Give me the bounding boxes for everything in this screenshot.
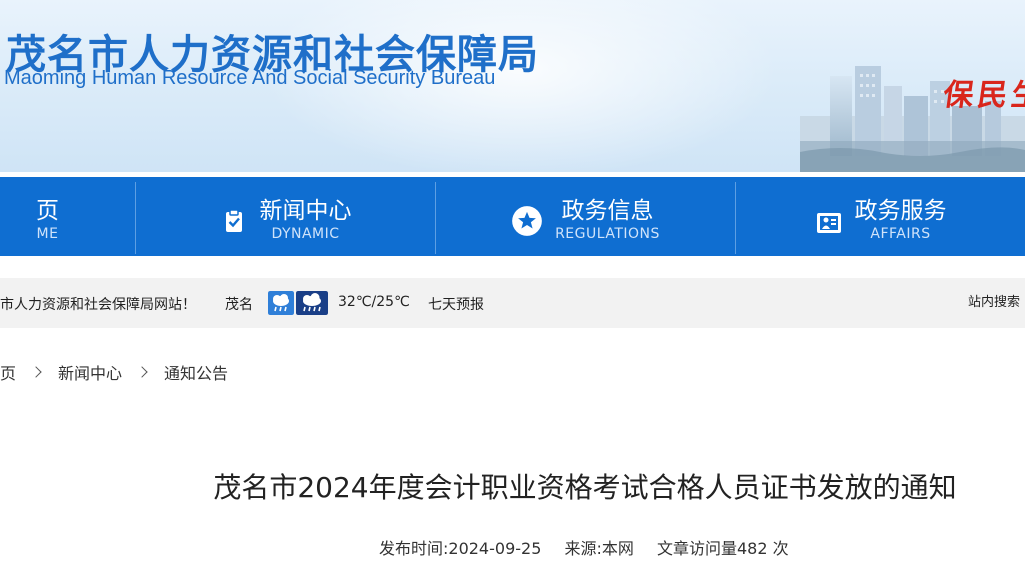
info-bar: 市人力资源和社会保障局网站！ 茂名 32℃/25℃ 七天预报 站内搜索 — [0, 278, 1025, 328]
view-count: 文章访问量482 次 — [656, 539, 789, 558]
star-icon — [512, 205, 542, 236]
sleet-icon — [268, 291, 294, 315]
nav-item-regulations[interactable]: 政务信息 REGULATIONS — [436, 182, 735, 259]
welcome-text: 市人力资源和社会保障局网站！ — [0, 297, 196, 313]
nav-item-home[interactable]: 页 ME — [0, 182, 135, 259]
site-search-label[interactable]: 站内搜索 — [968, 291, 1020, 310]
publish-time: 发布时间:2024-09-25 — [379, 539, 542, 558]
breadcrumb-notices[interactable]: 通知公告 — [164, 360, 228, 384]
article-title: 茂名市2024年度会计职业资格考试合格人员证书发放的通知 — [213, 471, 957, 504]
nav-item-news[interactable]: 新闻中心 DYNAMIC — [136, 182, 435, 259]
breadcrumb-home[interactable]: 首页 — [0, 360, 16, 384]
banner-slogan: 保民生 — [941, 78, 1025, 113]
nav-item-affairs[interactable]: 政务服务 AFFAIRS — [736, 182, 1025, 259]
weather-city: 茂名 — [225, 297, 253, 313]
nav-item-affairs-sublabel: AFFAIRS — [870, 226, 931, 242]
nav-item-affairs-label: 政务服务 — [854, 198, 947, 224]
seven-day-forecast-link[interactable]: 七天预报 — [428, 294, 484, 314]
nav-item-regulations-sublabel: REGULATIONS — [555, 226, 660, 242]
chevron-right-icon — [30, 366, 42, 378]
nav-item-home-sublabel: ME — [36, 226, 59, 242]
chevron-right-icon — [136, 366, 148, 378]
page: 茂名市人力资源和社会保障局 Maoming Human Resource And… — [0, 0, 1025, 564]
article-meta: 发布时间:2024-09-25 来源:本网 文章访问量482 次 — [379, 535, 807, 559]
site-subtitle: Maoming Human Resource And Social Securi… — [4, 67, 496, 89]
clipboard-check-icon — [225, 208, 242, 232]
nav-item-regulations-label: 政务信息 — [561, 198, 654, 224]
breadcrumb-news-center[interactable]: 新闻中心 — [58, 360, 122, 384]
service-icon — [816, 212, 841, 233]
article-source: 来源:本网 — [564, 539, 634, 558]
weather-temperature: 32℃/25℃ — [338, 294, 410, 310]
site-banner: 茂名市人力资源和社会保障局 Maoming Human Resource And… — [0, 0, 1025, 172]
nav-item-home-label: 页 — [36, 198, 59, 224]
main-nav: 页 ME 新闻中心 DYNAMIC 政务信息 REGULATIONS 政务服务 … — [0, 172, 1025, 256]
nav-item-news-label: 新闻中心 — [259, 198, 352, 224]
breadcrumb: 首页 新闻中心 通知公告 — [0, 360, 228, 384]
nav-item-news-sublabel: DYNAMIC — [271, 226, 340, 242]
rain-icon — [296, 291, 328, 315]
